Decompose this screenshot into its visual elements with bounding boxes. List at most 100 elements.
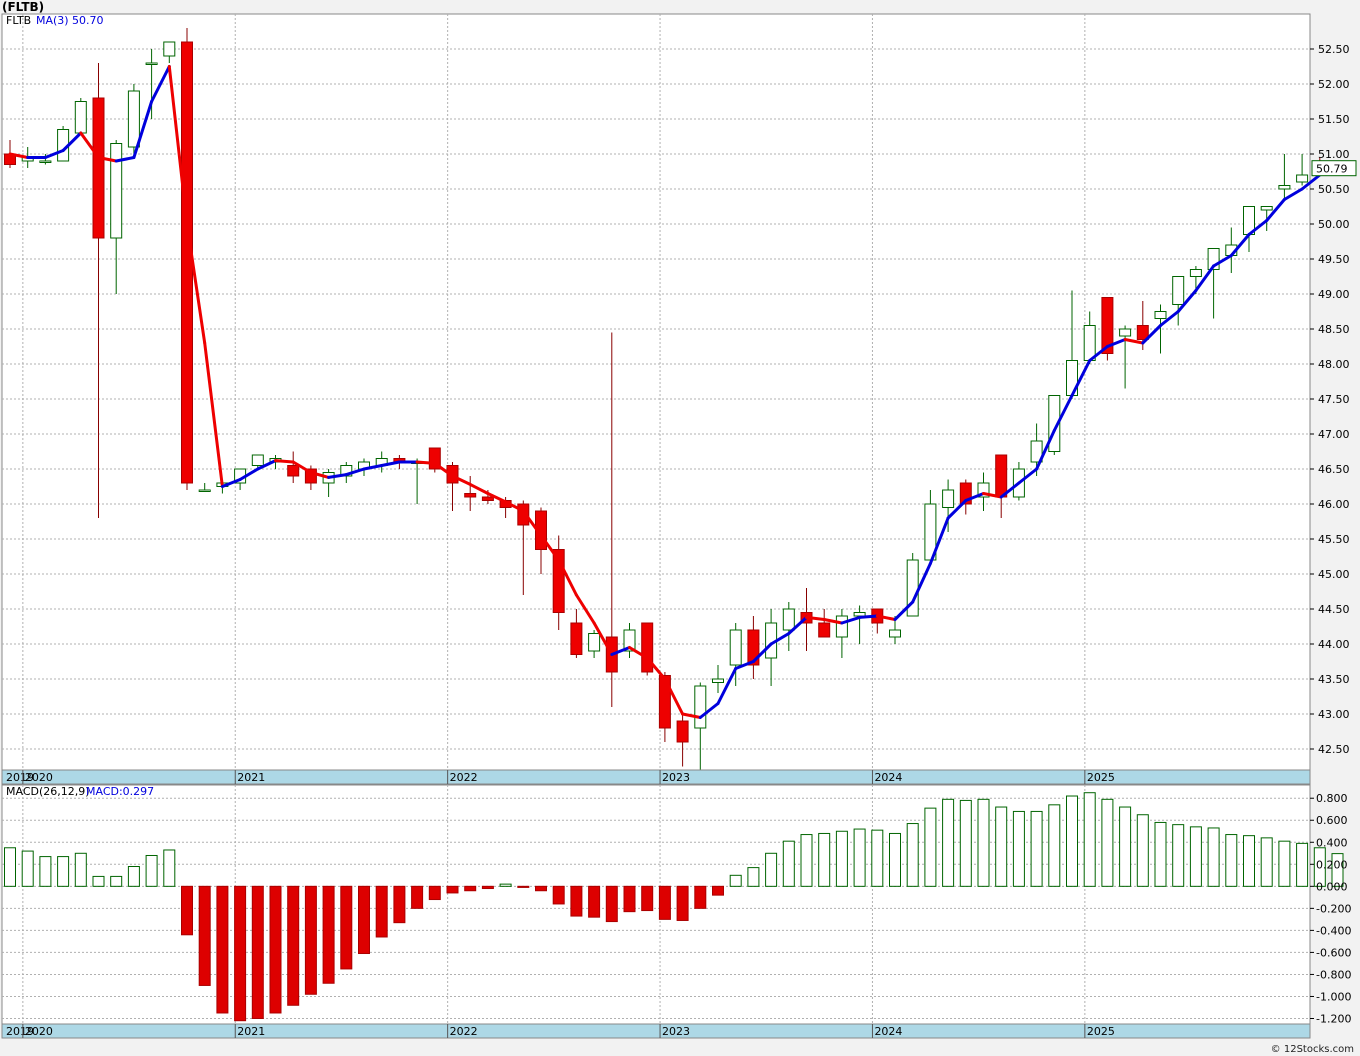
macd-x-year-label: 2021: [237, 1025, 265, 1038]
ma-segment: [415, 460, 437, 465]
macd-bar-positive: [747, 867, 760, 887]
price-y-tick-label: 47.00: [1318, 428, 1350, 441]
macd-legend-label: MACD(26,12,9): [6, 785, 90, 798]
macd-bar-positive: [1030, 810, 1043, 887]
macd-bar-positive: [1243, 835, 1255, 887]
macd-bar-positive: [110, 875, 123, 887]
price-plot-area: [1, 13, 1311, 771]
price-y-tick-label: 49.00: [1318, 288, 1350, 301]
candle-up: [145, 62, 158, 65]
macd-bar-negative: [269, 885, 282, 1014]
macd-bar-negative: [375, 885, 388, 938]
price-y-tick-label: 45.00: [1318, 568, 1350, 581]
macd-bar-negative: [428, 885, 441, 901]
macd-bar-negative: [464, 885, 477, 892]
macd-bar-positive: [1012, 810, 1025, 887]
candle-down: [570, 622, 583, 655]
macd-bar-positive: [499, 883, 512, 887]
candle-up: [1189, 269, 1202, 277]
price-x-year-label: 2024: [874, 771, 902, 784]
price-y-tick-label: 43.00: [1318, 708, 1350, 721]
candle-down: [92, 97, 105, 239]
macd-y-tick-label: -1.000: [1316, 990, 1351, 1003]
macd-bar-positive: [74, 852, 87, 887]
macd-bar-positive: [942, 798, 955, 887]
candle-down: [181, 41, 193, 484]
macd-bar-positive: [1066, 795, 1078, 887]
copyright-notice: © 12Stocks.com: [1270, 1044, 1354, 1055]
candle-up: [1172, 276, 1185, 305]
macd-y-tick-label: -1.200: [1316, 1012, 1351, 1025]
candle-up: [1119, 328, 1132, 337]
macd-x-year-label: 2024: [874, 1025, 902, 1038]
price-y-tick-label: 46.00: [1318, 498, 1350, 511]
macd-bar-negative: [304, 885, 317, 995]
candle-up: [1278, 185, 1291, 190]
macd-bar-positive: [1136, 814, 1149, 887]
candle-up: [588, 633, 601, 652]
macd-bar-positive: [977, 798, 990, 887]
price-y-tick-label: 52.50: [1318, 43, 1350, 56]
price-y-tick-label: 49.50: [1318, 253, 1350, 266]
candle-down: [995, 454, 1008, 498]
macd-y-tick-label: -0.600: [1316, 946, 1351, 959]
macd-bar-negative: [605, 885, 618, 923]
candle-up: [163, 41, 176, 57]
macd-bar-negative: [641, 885, 654, 912]
macd-bar-positive: [39, 856, 52, 887]
macd-y-tick-label: 0.600: [1316, 814, 1348, 827]
macd-bar-positive: [4, 847, 16, 887]
price-y-tick-label: 44.50: [1318, 603, 1350, 616]
price-y-tick-label: 45.50: [1318, 533, 1350, 546]
price-x-year-label: 2021: [237, 771, 265, 784]
macd-y-tick-label: 0.400: [1316, 836, 1348, 849]
macd-x-year-label: 2020: [25, 1025, 53, 1038]
macd-legend-value: MACD:0.297: [86, 785, 154, 798]
price-y-tick-label: 48.00: [1318, 358, 1350, 371]
candle-up: [198, 489, 211, 492]
macd-plot-area: [1, 784, 1311, 1025]
macd-bar-negative: [322, 885, 335, 984]
macd-bar-negative: [358, 885, 370, 955]
price-y-tick-label: 51.00: [1318, 148, 1350, 161]
macd-bar-positive: [818, 832, 831, 887]
macd-bar-positive: [889, 832, 901, 887]
macd-bar-negative: [623, 885, 636, 913]
macd-x-year-label: 2025: [1087, 1025, 1115, 1038]
ma-segment: [858, 614, 879, 619]
macd-bar-negative: [658, 885, 671, 920]
price-y-tick-label: 46.50: [1318, 463, 1350, 476]
price-x-year-label: 2023: [662, 771, 690, 784]
macd-bar-negative: [181, 885, 193, 936]
macd-bar-positive: [853, 828, 866, 887]
macd-bar-positive: [871, 829, 884, 887]
candle-up: [889, 629, 901, 638]
candle-down: [818, 622, 831, 638]
macd-bar-positive: [1207, 827, 1220, 887]
candle-up: [782, 608, 795, 631]
macd-bar-positive: [1189, 826, 1202, 887]
macd-bar-negative: [393, 885, 406, 924]
candle-down: [481, 496, 494, 501]
macd-bar-positive: [1119, 806, 1132, 887]
macd-y-tick-label: 0.000: [1316, 880, 1348, 893]
candle-up: [835, 615, 848, 638]
macd-bar-positive: [92, 875, 105, 887]
macd-bar-negative: [570, 885, 583, 917]
macd-panel: -1.200 -1.000 -0.800 -0.600 -0.400 -0.200 0.00…: [1, 784, 1351, 1039]
candle-up: [1296, 174, 1309, 183]
candle-up: [729, 629, 742, 666]
price-y-tick-label: 48.50: [1318, 323, 1350, 336]
macd-bar-positive: [1172, 824, 1185, 887]
macd-x-year-label: 2022: [450, 1025, 478, 1038]
macd-bar-positive: [163, 849, 176, 887]
macd-x-year-label: 2023: [662, 1025, 690, 1038]
macd-bar-negative: [552, 885, 565, 905]
macd-bar-positive: [127, 866, 140, 887]
macd-bar-positive: [1278, 840, 1291, 887]
macd-bar-negative: [411, 885, 424, 909]
macd-bar-positive: [1225, 834, 1238, 887]
macd-bar-negative: [340, 885, 353, 970]
macd-y-tick-label: -0.200: [1316, 902, 1351, 915]
price-legend-symbol: FLTB: [6, 14, 31, 27]
